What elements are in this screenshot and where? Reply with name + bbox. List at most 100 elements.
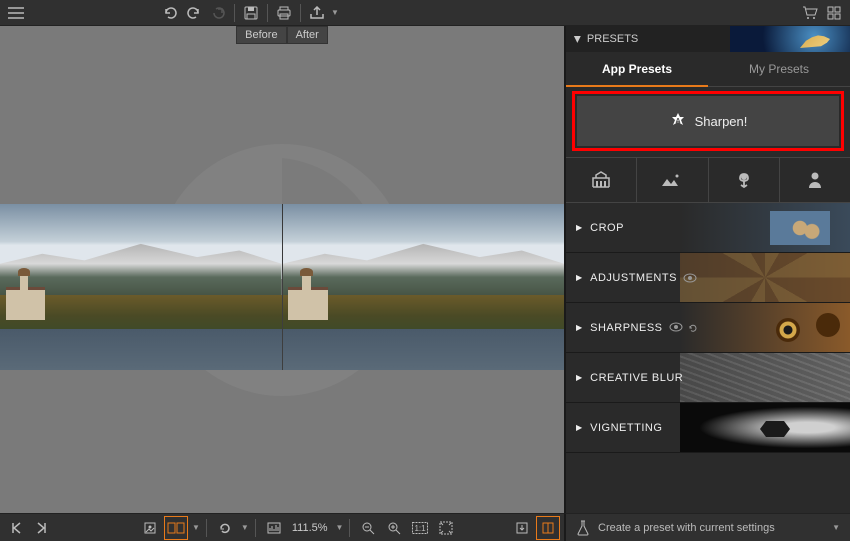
expand-icon: ▶ — [576, 223, 582, 232]
zoom-fit-icon — [439, 521, 453, 535]
cart-button[interactable] — [798, 1, 822, 25]
section-adjustments[interactable]: ▶ ADJUSTMENTS — [566, 253, 850, 303]
expand-icon: ▶ — [576, 423, 582, 432]
single-view-button[interactable] — [138, 516, 162, 540]
expand-icon: ▶ — [576, 273, 582, 282]
rotate-dropdown-icon[interactable]: ▼ — [241, 523, 249, 532]
adjustment-sections: ▶ CROP ▶ ADJUSTMENTS ▶ SHARPNESS — [566, 203, 850, 513]
tab-my-presets[interactable]: My Presets — [708, 52, 850, 86]
cart-icon — [802, 6, 818, 20]
histogram-icon — [267, 522, 281, 534]
expand-icon: ▶ — [576, 323, 582, 332]
after-label: After — [287, 26, 328, 44]
prev-icon — [10, 522, 22, 534]
export-icon — [515, 521, 529, 535]
menu-button[interactable] — [4, 1, 28, 25]
preset-dropdown-icon[interactable]: ▼ — [832, 523, 840, 532]
section-adjustments-label: ADJUSTMENTS — [590, 272, 677, 284]
zoom-out-icon — [361, 521, 375, 535]
category-architecture[interactable] — [566, 158, 637, 202]
right-panel: ▶ PRESETS App Presets My Presets A Sharp… — [564, 26, 850, 513]
presets-title: PRESETS — [587, 33, 638, 45]
preset-categories — [566, 157, 850, 203]
zoom-out-button[interactable] — [356, 516, 380, 540]
category-macro[interactable] — [709, 158, 780, 202]
zoom-100-button[interactable]: 1:1 — [408, 516, 432, 540]
create-preset-button[interactable]: Create a preset with current settings — [598, 522, 822, 534]
zoom-fit-button[interactable] — [434, 516, 458, 540]
next-image-button[interactable] — [30, 516, 54, 540]
svg-text:A: A — [675, 118, 680, 125]
compare-toggle-button[interactable] — [536, 516, 560, 540]
zoom-level: 111.5% — [288, 522, 332, 534]
single-view-icon — [143, 521, 157, 535]
promo-banner[interactable] — [730, 26, 850, 52]
undo-button[interactable] — [158, 1, 182, 25]
canvas-area: Before After — [0, 26, 564, 513]
grid-button[interactable] — [822, 1, 846, 25]
architecture-icon — [591, 171, 611, 189]
print-button[interactable] — [272, 1, 296, 25]
reset-icon[interactable] — [687, 322, 699, 334]
compare-labels: Before After — [0, 26, 564, 44]
preset-tabs: App Presets My Presets — [566, 52, 850, 87]
category-portrait[interactable] — [780, 158, 850, 202]
top-toolbar: ▼ — [0, 0, 850, 26]
histogram-button[interactable] — [262, 516, 286, 540]
image-compare-view[interactable] — [0, 204, 564, 370]
section-sharpness-label: SHARPNESS — [590, 322, 662, 334]
presets-header[interactable]: ▶ PRESETS — [566, 26, 850, 52]
compare-toggle-icon — [541, 521, 555, 535]
section-sharpness[interactable]: ▶ SHARPNESS — [566, 303, 850, 353]
landscape-icon — [661, 173, 683, 187]
tab-my-label: My Presets — [749, 62, 809, 76]
zoom-in-button[interactable] — [382, 516, 406, 540]
bottom-toolbar: ▼ ▼ 111.5% ▼ 1:1 C — [0, 513, 850, 541]
compare-view-icon — [167, 521, 185, 535]
section-creative-blur[interactable]: ▶ CREATIVE BLUR — [566, 353, 850, 403]
share-button[interactable] — [305, 1, 329, 25]
bottom-left-toolbar: ▼ ▼ 111.5% ▼ 1:1 — [0, 513, 564, 541]
prev-image-button[interactable] — [4, 516, 28, 540]
rotate-icon — [218, 521, 232, 535]
compare-view-button[interactable] — [164, 516, 188, 540]
auto-icon: A — [669, 112, 687, 130]
eye-icon[interactable] — [683, 273, 697, 283]
redo-button[interactable] — [182, 1, 206, 25]
rotate-button[interactable] — [213, 516, 237, 540]
hamburger-icon — [8, 7, 24, 19]
save-icon — [244, 6, 258, 20]
expand-icon: ▶ — [576, 373, 582, 382]
main-content: Before After ▶ PRESETS App Presets My Pr… — [0, 26, 850, 513]
section-vignetting[interactable]: ▶ VIGNETTING — [566, 403, 850, 453]
zoom-actual-icon: 1:1 — [412, 522, 428, 534]
before-label: Before — [236, 26, 286, 44]
section-crop[interactable]: ▶ CROP — [566, 203, 850, 253]
save-button[interactable] — [239, 1, 263, 25]
redo-icon — [186, 5, 202, 21]
category-landscape[interactable] — [637, 158, 708, 202]
section-vignetting-label: VIGNETTING — [590, 422, 662, 434]
view-dropdown-icon[interactable]: ▼ — [192, 523, 200, 532]
zoom-dropdown-icon[interactable]: ▼ — [336, 523, 344, 532]
sharpen-preset-button[interactable]: A Sharpen! — [577, 96, 839, 146]
sharpen-label: Sharpen! — [695, 114, 748, 129]
tab-app-label: App Presets — [602, 62, 672, 76]
section-crop-label: CROP — [590, 222, 624, 234]
undo-icon — [162, 5, 178, 21]
after-image — [283, 204, 565, 370]
share-dropdown-icon[interactable]: ▼ — [331, 8, 339, 17]
export-image-button[interactable] — [510, 516, 534, 540]
next-icon — [36, 522, 48, 534]
tab-app-presets[interactable]: App Presets — [566, 52, 708, 86]
grid-icon — [827, 6, 841, 20]
section-blur-label: CREATIVE BLUR — [590, 372, 683, 384]
zoom-in-icon — [387, 521, 401, 535]
eye-icon[interactable] — [669, 322, 683, 332]
redo-forward-icon — [210, 5, 226, 21]
macro-icon — [735, 171, 753, 189]
svg-text:1:1: 1:1 — [415, 524, 427, 533]
print-icon — [276, 6, 292, 20]
before-image — [0, 204, 282, 370]
share-icon — [309, 6, 325, 20]
